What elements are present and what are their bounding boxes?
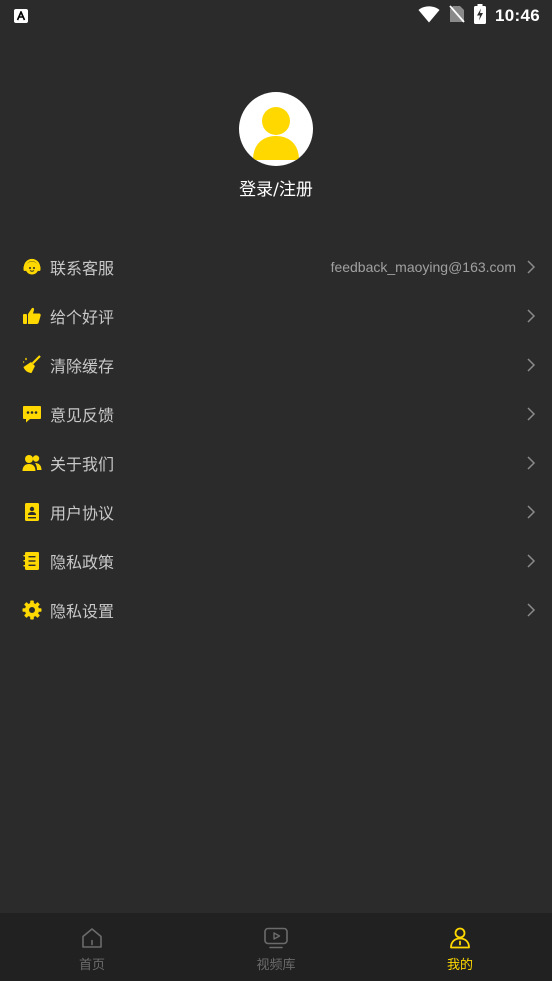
tab-label: 首页	[78, 958, 105, 973]
tab-home[interactable]: 首页	[0, 913, 184, 981]
menu-item-label: 用户协议	[50, 503, 115, 523]
headset-icon	[22, 257, 42, 277]
video-library-icon	[263, 925, 289, 951]
thumbs-up-icon	[22, 306, 42, 326]
tab-video-library[interactable]: 视频库	[184, 913, 368, 981]
policy-list-icon	[22, 551, 42, 571]
menu-item-user-agreement[interactable]: 用户协议	[0, 487, 552, 536]
tab-my-profile[interactable]: 我的	[368, 913, 552, 981]
menu-item-about-us[interactable]: 关于我们	[0, 438, 552, 487]
agreement-book-icon	[22, 502, 42, 522]
menu-item-feedback[interactable]: 意见反馈	[0, 389, 552, 438]
chat-bubble-icon	[22, 404, 42, 424]
battery-charging-icon	[474, 4, 487, 28]
users-icon	[22, 453, 42, 473]
menu-item-label: 给个好评	[50, 307, 115, 327]
menu-item-privacy-policy[interactable]: 隐私政策	[0, 536, 552, 585]
chevron-right-icon	[526, 357, 536, 373]
gear-icon	[22, 600, 42, 620]
status-time: 10:46	[495, 6, 540, 25]
menu-item-label: 联系客服	[50, 258, 115, 278]
bottom-tab-bar: 首页 视频库 我的	[0, 913, 552, 981]
profile-icon	[447, 925, 473, 951]
menu-item-rate-app[interactable]: 给个好评	[0, 291, 552, 340]
user-avatar-icon[interactable]	[239, 92, 313, 166]
chevron-right-icon	[526, 259, 536, 275]
wifi-icon	[418, 5, 440, 27]
chevron-right-icon	[526, 504, 536, 520]
menu-item-label: 关于我们	[50, 454, 115, 474]
tab-label: 视频库	[256, 958, 296, 973]
status-bar: 10:46	[0, 0, 552, 32]
tab-label: 我的	[446, 958, 473, 973]
chevron-right-icon	[526, 602, 536, 618]
menu-item-label: 意见反馈	[50, 405, 115, 425]
broom-icon	[22, 354, 42, 375]
menu-item-contact-support[interactable]: 联系客服 feedback_maoying@163.com	[0, 242, 552, 291]
app-a-icon	[14, 9, 28, 23]
home-icon	[79, 925, 105, 951]
menu-item-clear-cache[interactable]: 清除缓存	[0, 340, 552, 389]
settings-menu: 联系客服 feedback_maoying@163.com 给个好评 清除缓存 …	[0, 242, 552, 634]
support-email: feedback_maoying@163.com	[330, 258, 516, 275]
chevron-right-icon	[526, 553, 536, 569]
chevron-right-icon	[526, 406, 536, 422]
menu-item-label: 隐私政策	[50, 552, 115, 572]
no-sim-icon	[449, 5, 465, 27]
my-page-screen: 10:46 登录/注册 联系客服 feedback_maoying@163.co…	[0, 0, 552, 981]
login-register-link[interactable]: 登录/注册	[0, 178, 552, 202]
menu-item-privacy-settings[interactable]: 隐私设置	[0, 585, 552, 634]
menu-item-label: 清除缓存	[50, 356, 115, 376]
chevron-right-icon	[526, 455, 536, 471]
menu-item-label: 隐私设置	[50, 601, 115, 621]
chevron-right-icon	[526, 308, 536, 324]
